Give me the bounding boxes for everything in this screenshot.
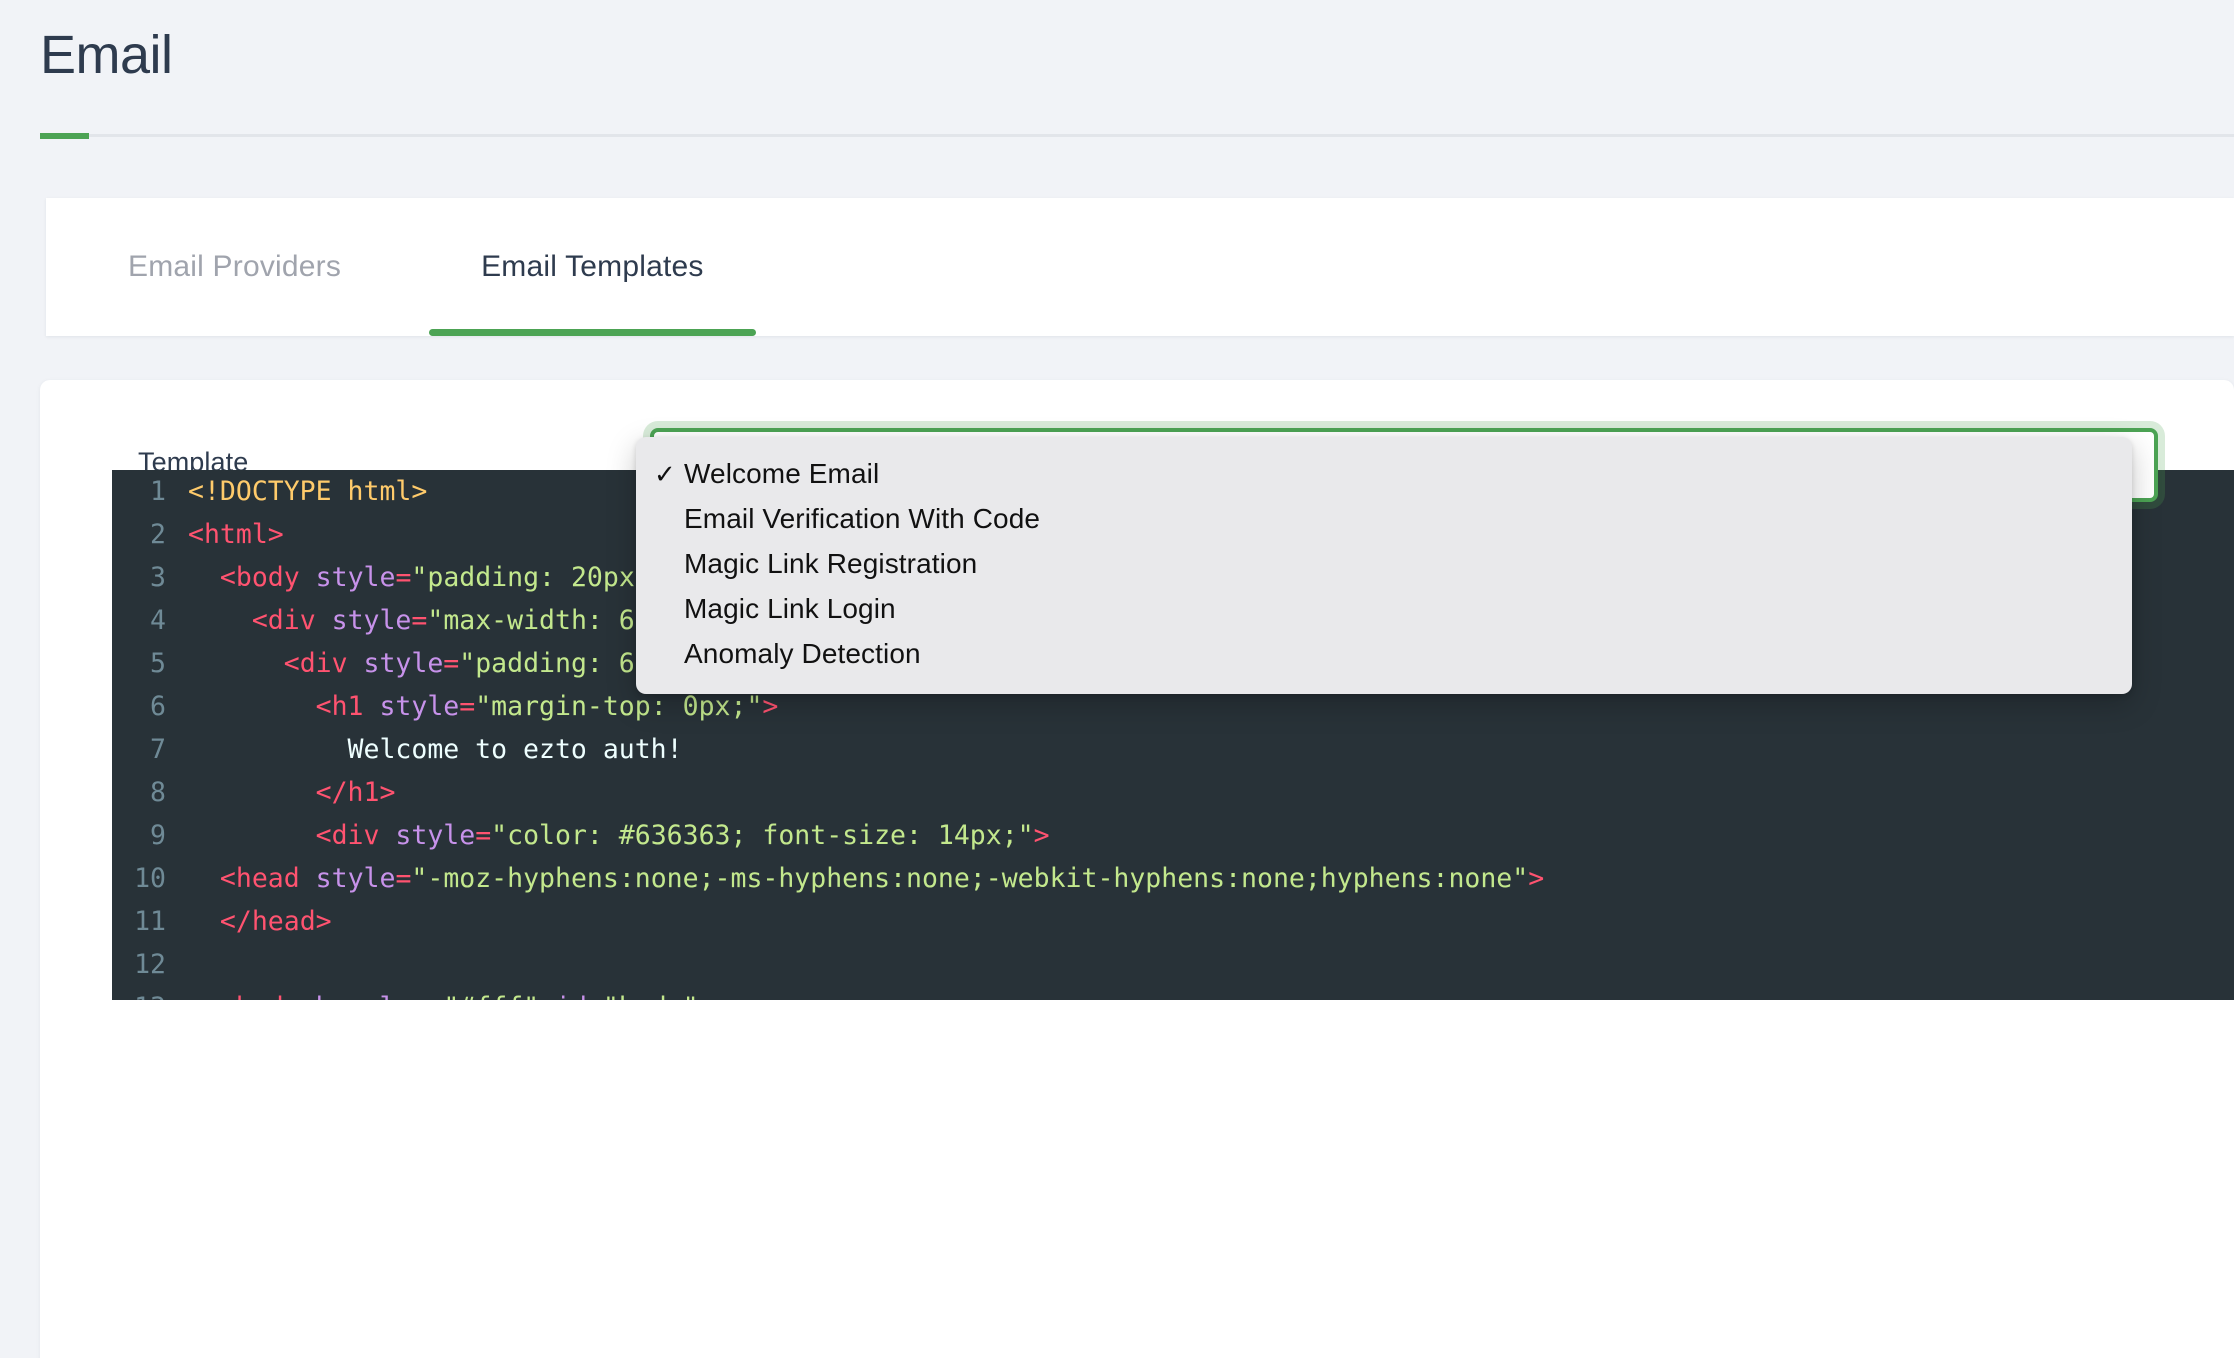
line-number: 8 xyxy=(150,777,166,808)
code-line: 10 <head style="-moz-hyphens:none;-ms-hy… xyxy=(112,857,2234,900)
token-tag: <h1 xyxy=(315,691,380,722)
token-tag: <div xyxy=(283,648,364,679)
page-header: Email xyxy=(0,0,2234,160)
dropdown-item[interactable]: ✓Magic Link Registration xyxy=(636,541,2132,586)
code-line: 11 </head> xyxy=(112,900,2234,943)
dropdown-item[interactable]: ✓ Welcome Email xyxy=(636,451,2132,496)
token-punct: = xyxy=(443,648,460,679)
tab-email-templates[interactable]: Email Templates xyxy=(425,198,760,336)
token-punct: = xyxy=(395,562,412,593)
token-tag: <div xyxy=(315,820,396,851)
header-accent-bar xyxy=(40,133,89,139)
token-tag: > xyxy=(1033,820,1050,851)
line-number: 2 xyxy=(150,519,166,550)
code-line: 12 xyxy=(112,943,2234,986)
header-divider xyxy=(40,134,2234,137)
token-punct: = xyxy=(475,820,492,851)
token-attr: style xyxy=(315,562,396,593)
tab-email-providers[interactable]: Email Providers xyxy=(72,198,397,336)
token-tag: <div xyxy=(251,605,332,636)
page-title: Email xyxy=(40,25,173,85)
line-number: 9 xyxy=(150,820,166,851)
line-number: 4 xyxy=(150,605,166,636)
dropdown-item[interactable]: ✓Magic Link Login xyxy=(636,586,2132,631)
dropdown-item-label: Email Verification With Code xyxy=(684,502,1041,534)
token-attr: style xyxy=(331,605,412,636)
token-tag: > xyxy=(1528,863,1545,894)
token-str: "color: #636363; font-size: 14px;" xyxy=(491,820,1034,851)
dropdown-item-label: Magic Link Login xyxy=(684,592,896,624)
token-str: "body" xyxy=(603,992,699,1000)
dropdown-item[interactable]: ✓Email Verification With Code xyxy=(636,496,2132,541)
line-number: 6 xyxy=(150,691,166,722)
code-line: 9 <div style="color: #636363; font-size:… xyxy=(112,814,2234,857)
token-punct: = xyxy=(587,992,603,1000)
token-attr: style xyxy=(379,691,460,722)
token-tag: <html> xyxy=(188,519,284,550)
tabs-row: Email Providers Email Templates xyxy=(46,198,760,336)
line-number: 11 xyxy=(134,906,166,937)
token-tag: > xyxy=(762,691,779,722)
code-line-content: <body bgcolor="#fff" id="body" xyxy=(188,986,699,1000)
code-line-content: </h1> xyxy=(188,771,396,814)
code-line-content: <!DOCTYPE html> xyxy=(188,470,427,513)
token-attr: bgcolor xyxy=(316,992,428,1000)
line-number: 13 xyxy=(112,986,188,1000)
code-line: 8 </h1> xyxy=(112,771,2234,814)
dropdown-item-label: Magic Link Registration xyxy=(684,547,978,579)
code-line: 13 <body bgcolor="#fff" id="body" xyxy=(112,986,2234,1000)
token-tag: <body xyxy=(220,992,316,1000)
tab-email-providers-label: Email Providers xyxy=(128,250,342,283)
code-line-content: </head> xyxy=(188,900,332,943)
line-number: 1 xyxy=(150,476,166,507)
token-str: "-moz-hyphens:none;-ms-hyphens:none;-web… xyxy=(411,863,1529,894)
code-line: 7 Welcome to ezto auth! xyxy=(112,728,2234,771)
tabs-card: Email Providers Email Templates xyxy=(46,198,2234,336)
token-punct: = xyxy=(459,691,476,722)
token-str: "margin-top: 0px;" xyxy=(475,691,763,722)
token-punct: = xyxy=(395,863,412,894)
token-tag: <body xyxy=(219,562,316,593)
code-line-content: <html> xyxy=(188,513,284,556)
token-punct: = xyxy=(427,992,443,1000)
code-line-content: <head style="-moz-hyphens:none;-ms-hyphe… xyxy=(188,857,1544,900)
dropdown-item-label: Anomaly Detection xyxy=(684,637,921,669)
token-tag: <head xyxy=(219,863,316,894)
token-txt: Welcome to ezto auth! xyxy=(347,734,683,765)
token-doctype: <!DOCTYPE html> xyxy=(188,476,428,507)
token-str: "#fff" xyxy=(443,992,555,1000)
token-tag: </head> xyxy=(219,906,332,937)
template-dropdown-menu[interactable]: ✓ Welcome Email ✓Email Verification With C… xyxy=(636,437,2132,694)
dropdown-item-label: Welcome Email xyxy=(684,457,880,489)
line-number: 5 xyxy=(150,648,166,679)
token-attr: style xyxy=(315,863,396,894)
dropdown-item[interactable]: ✓Anomaly Detection xyxy=(636,631,2132,676)
line-number: 10 xyxy=(134,863,166,894)
token-punct: = xyxy=(411,605,428,636)
line-number: 7 xyxy=(150,734,166,765)
line-number: 3 xyxy=(150,562,166,593)
check-icon: ✓ xyxy=(654,458,676,489)
token-attr: style xyxy=(395,820,476,851)
app-root: Email Email Providers Email Templates Te… xyxy=(0,0,2234,1358)
token-attr: style xyxy=(363,648,444,679)
token-attr: id xyxy=(555,992,587,1000)
code-line-content: <div style="color: #636363; font-size: 1… xyxy=(188,814,1050,857)
code-line-content: Welcome to ezto auth! xyxy=(188,728,683,771)
token-tag: </h1> xyxy=(315,777,396,808)
tab-email-templates-label: Email Templates xyxy=(481,250,704,283)
line-number: 12 xyxy=(134,949,166,980)
